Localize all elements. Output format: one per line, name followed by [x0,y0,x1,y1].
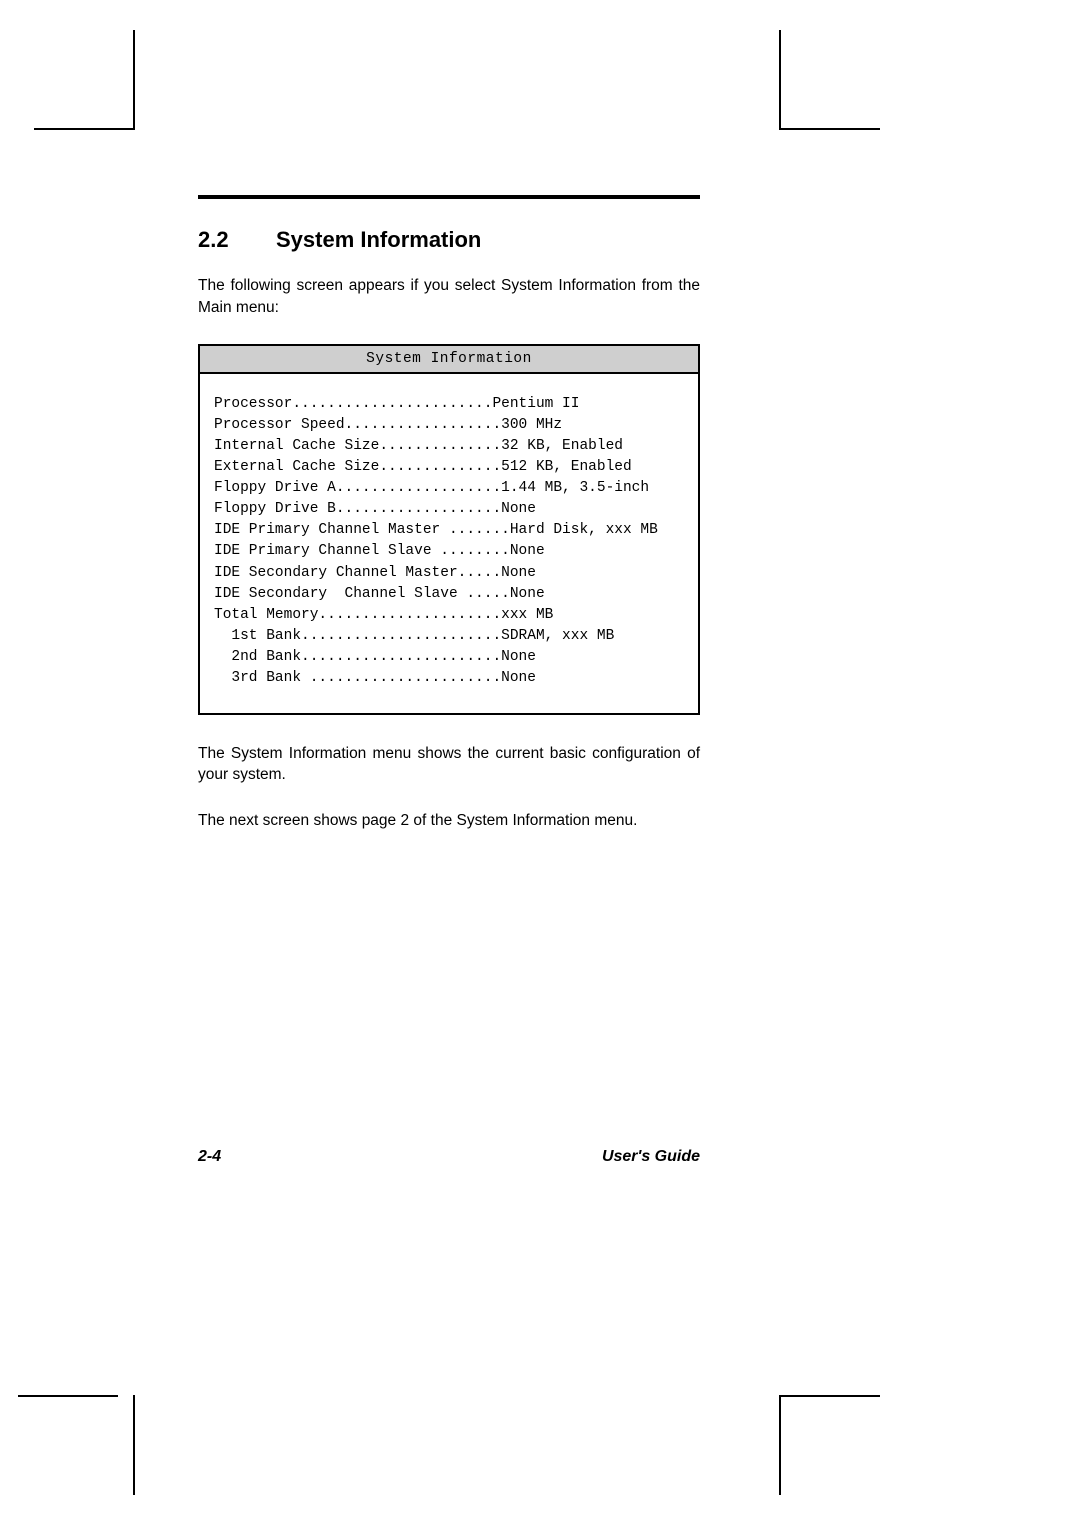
heading-number: 2.2 [198,227,276,253]
info-row: Total Memory.....................xxx MB [214,605,684,626]
intro-paragraph: The following screen appears if you sele… [198,275,700,318]
crop-mark [780,1395,880,1397]
page-number: 2-4 [198,1148,221,1166]
next-page-paragraph: The next screen shows page 2 of the Syst… [198,810,700,832]
screen-body: Processor.......................Pentium … [200,374,698,712]
info-row: Floppy Drive A...................1.44 MB… [214,478,684,499]
page-footer: 2-4 User's Guide [198,1148,700,1166]
crop-mark [780,128,880,130]
description-paragraph: The System Information menu shows the cu… [198,743,700,786]
info-row: IDE Secondary Channel Master.....None [214,563,684,584]
heading-title: System Information [276,227,481,252]
info-row: 3rd Bank ......................None [214,668,684,689]
crop-mark [133,1395,135,1495]
section-rule [198,195,700,199]
info-row: External Cache Size..............512 KB,… [214,457,684,478]
crop-mark [133,30,135,130]
crop-mark [18,1395,118,1397]
info-row: Internal Cache Size..............32 KB, … [214,436,684,457]
section-heading: 2.2System Information [198,227,700,253]
crop-mark [779,30,781,130]
screen-title: System Information [200,346,698,374]
crop-mark [779,1395,781,1495]
info-row: 1st Bank.......................SDRAM, xx… [214,626,684,647]
info-row: Floppy Drive B...................None [214,499,684,520]
info-row: IDE Primary Channel Master .......Hard D… [214,520,684,541]
info-row: Processor Speed..................300 MHz [214,415,684,436]
info-row: 2nd Bank.......................None [214,647,684,668]
info-row: IDE Primary Channel Slave ........None [214,541,684,562]
info-row: IDE Secondary Channel Slave .....None [214,584,684,605]
crop-mark [34,128,134,130]
info-row: Processor.......................Pentium … [214,394,684,415]
system-information-screen: System Information Processor............… [198,344,700,714]
book-title: User's Guide [602,1148,700,1166]
page-content: 2.2System Information The following scre… [198,195,700,856]
